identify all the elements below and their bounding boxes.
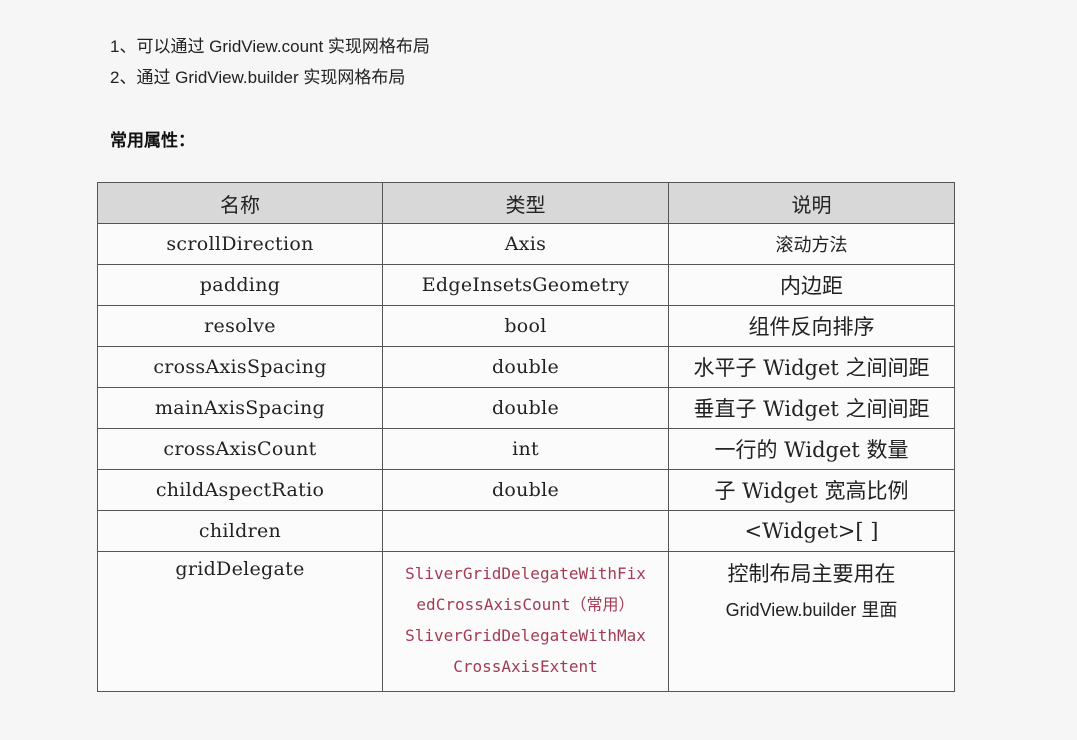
cell-name: gridDelegate <box>97 551 383 692</box>
cell-name: crossAxisSpacing <box>97 346 383 388</box>
cell-description: 内边距 <box>668 264 955 306</box>
cell-type: bool <box>382 305 669 347</box>
table-row: gridDelegate SliverGridDelegateWithFix e… <box>97 551 955 692</box>
table-row: children <Widget>[ ] <box>97 510 955 552</box>
cell-type: Axis <box>382 223 669 265</box>
cell-type: double <box>382 346 669 388</box>
table-row: padding EdgeInsetsGeometry 内边距 <box>97 264 955 306</box>
intro-line-1: 1、可以通过 GridView.count 实现网格布局 <box>110 37 430 56</box>
cell-description: 垂直子 Widget 之间间距 <box>668 387 955 429</box>
type-code-line: SliverGridDelegateWithFix <box>405 564 646 583</box>
properties-table: 名称 类型 说明 scrollDirection Axis 滚动方法 paddi… <box>97 182 955 692</box>
type-code-line: CrossAxisExtent <box>453 657 598 676</box>
cell-name: mainAxisSpacing <box>97 387 383 429</box>
cell-name: crossAxisCount <box>97 428 383 470</box>
description-line: 控制布局主要用在 <box>727 562 896 586</box>
cell-type: int <box>382 428 669 470</box>
cell-name: childAspectRatio <box>97 469 383 511</box>
cell-type: SliverGridDelegateWithFix edCrossAxisCou… <box>382 551 669 692</box>
cell-description: 组件反向排序 <box>668 305 955 347</box>
table-row: childAspectRatio double 子 Widget 宽高比例 <box>97 469 955 511</box>
cell-name: padding <box>97 264 383 306</box>
table-row: scrollDirection Axis 滚动方法 <box>97 223 955 265</box>
table-row: resolve bool 组件反向排序 <box>97 305 955 347</box>
cell-name: resolve <box>97 305 383 347</box>
section-heading: 常用属性： <box>110 131 195 151</box>
cell-description: <Widget>[ ] <box>668 510 955 552</box>
cell-description: 一行的 Widget 数量 <box>668 428 955 470</box>
cell-type: double <box>382 387 669 429</box>
cell-type: EdgeInsetsGeometry <box>382 264 669 306</box>
header-description: 说明 <box>668 182 955 224</box>
header-type: 类型 <box>382 182 669 224</box>
cell-name: children <box>97 510 383 552</box>
cell-description: 控制布局主要用在 GridView.builder 里面 <box>668 551 955 692</box>
description-line: GridView.builder 里面 <box>725 600 898 620</box>
table-row: mainAxisSpacing double 垂直子 Widget 之间间距 <box>97 387 955 429</box>
cell-name: scrollDirection <box>97 223 383 265</box>
cell-description: 水平子 Widget 之间间距 <box>668 346 955 388</box>
type-code-line: edCrossAxisCount（常用） <box>416 595 635 614</box>
table-row: crossAxisSpacing double 水平子 Widget 之间间距 <box>97 346 955 388</box>
cell-type: double <box>382 469 669 511</box>
cell-type <box>382 510 669 552</box>
header-name: 名称 <box>97 182 383 224</box>
cell-description: 滚动方法 <box>668 223 955 265</box>
intro-line-2: 2、通过 GridView.builder 实现网格布局 <box>110 68 406 87</box>
table-row: crossAxisCount int 一行的 Widget 数量 <box>97 428 955 470</box>
table-header-row: 名称 类型 说明 <box>97 182 955 224</box>
cell-description: 子 Widget 宽高比例 <box>668 469 955 511</box>
type-code-line: SliverGridDelegateWithMax <box>405 626 646 645</box>
